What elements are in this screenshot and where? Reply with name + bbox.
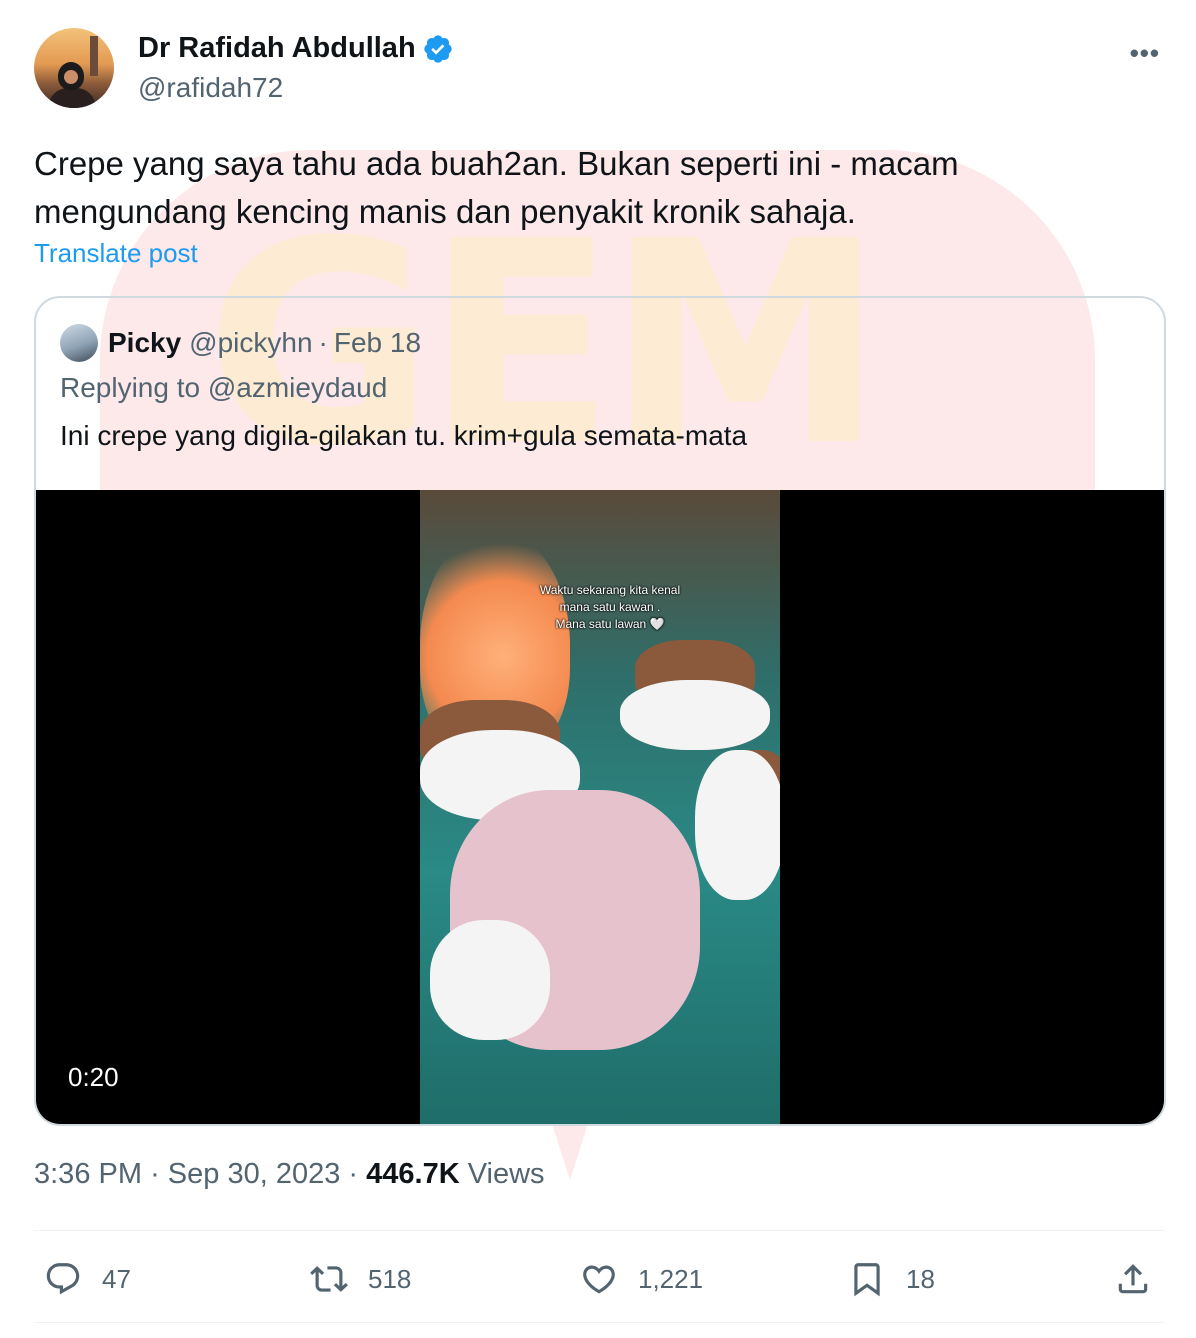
- quoted-author-avatar: [60, 324, 98, 362]
- divider: [34, 1322, 1164, 1323]
- quoted-author-name: Picky: [108, 327, 182, 358]
- author-handle[interactable]: @rafidah72: [138, 72, 283, 104]
- bookmark-icon: [854, 1263, 880, 1297]
- post-meta: 3:36 PM · Sep 30, 2023 · 446.7K Views: [34, 1158, 545, 1191]
- quoted-author-handle: @pickyhn: [189, 327, 313, 358]
- video-caption-line: Mana satu lawan 🤍: [555, 617, 665, 631]
- author-display-name[interactable]: Dr Rafidah Abdullah: [138, 32, 416, 65]
- bookmark-button[interactable]: 18: [848, 1254, 935, 1304]
- reply-icon: [46, 1263, 80, 1295]
- video-caption: Waktu sekarang kita kenal mana satu kawa…: [500, 582, 720, 633]
- share-icon: [1118, 1264, 1148, 1294]
- heart-icon: [583, 1265, 615, 1294]
- video-caption-line: mana satu kawan .: [559, 600, 661, 614]
- quoted-post[interactable]: Picky @pickyhn · Feb 18 Replying to @azm…: [34, 296, 1166, 1126]
- video-thumbnail-cream: [620, 680, 770, 750]
- repost-button[interactable]: 518: [310, 1254, 411, 1304]
- author-avatar[interactable]: [34, 28, 114, 108]
- post-time[interactable]: 3:36 PM: [34, 1158, 142, 1190]
- verified-badge-icon: [423, 34, 452, 63]
- author-name-row: Dr Rafidah Abdullah: [138, 32, 454, 65]
- video-duration: 0:20: [68, 1062, 119, 1092]
- post-date[interactable]: Sep 30, 2023: [168, 1158, 341, 1190]
- post-text: Crepe yang saya tahu ada buah2an. Bukan …: [34, 145, 959, 230]
- video-frame: Waktu sekarang kita kenal mana satu kawa…: [420, 490, 780, 1124]
- replying-to-text: Replying to @azmieydaud: [60, 372, 388, 403]
- views-count: 446.7K: [366, 1158, 460, 1190]
- reply-count: 47: [102, 1263, 131, 1294]
- like-count: 1,221: [638, 1263, 704, 1294]
- video-player[interactable]: Waktu sekarang kita kenal mana satu kawa…: [36, 490, 1164, 1124]
- more-horizontal-icon[interactable]: •••: [1130, 38, 1160, 69]
- separator-dot: ·: [348, 1158, 359, 1190]
- quoted-post-date: Feb 18: [333, 327, 422, 358]
- reply-button[interactable]: 47: [44, 1254, 131, 1304]
- video-caption-line: Waktu sekarang kita kenal: [539, 583, 681, 597]
- bookmark-count: 18: [906, 1263, 935, 1294]
- quoted-post-header: Picky @pickyhn · Feb 18: [60, 324, 421, 362]
- share-button[interactable]: [1114, 1254, 1172, 1304]
- views-label: Views: [467, 1158, 545, 1190]
- quoted-post-text: Ini crepe yang digila-gilakan tu. krim+g…: [60, 420, 748, 451]
- repost-icon: [310, 1266, 348, 1292]
- translate-post-link[interactable]: Translate post: [34, 238, 198, 269]
- post-header: Dr Rafidah Abdullah @rafidah72 •••: [34, 28, 1164, 108]
- video-thumbnail-cream: [430, 920, 550, 1040]
- separator-dot: ·: [150, 1158, 160, 1190]
- repost-count: 518: [368, 1263, 412, 1294]
- like-button[interactable]: 1,221: [580, 1254, 703, 1304]
- video-thumbnail-cream: [695, 750, 780, 900]
- separator-dot: ·: [318, 327, 328, 358]
- action-bar: 47 518 1,221 18: [44, 1254, 1154, 1304]
- divider: [34, 1230, 1164, 1231]
